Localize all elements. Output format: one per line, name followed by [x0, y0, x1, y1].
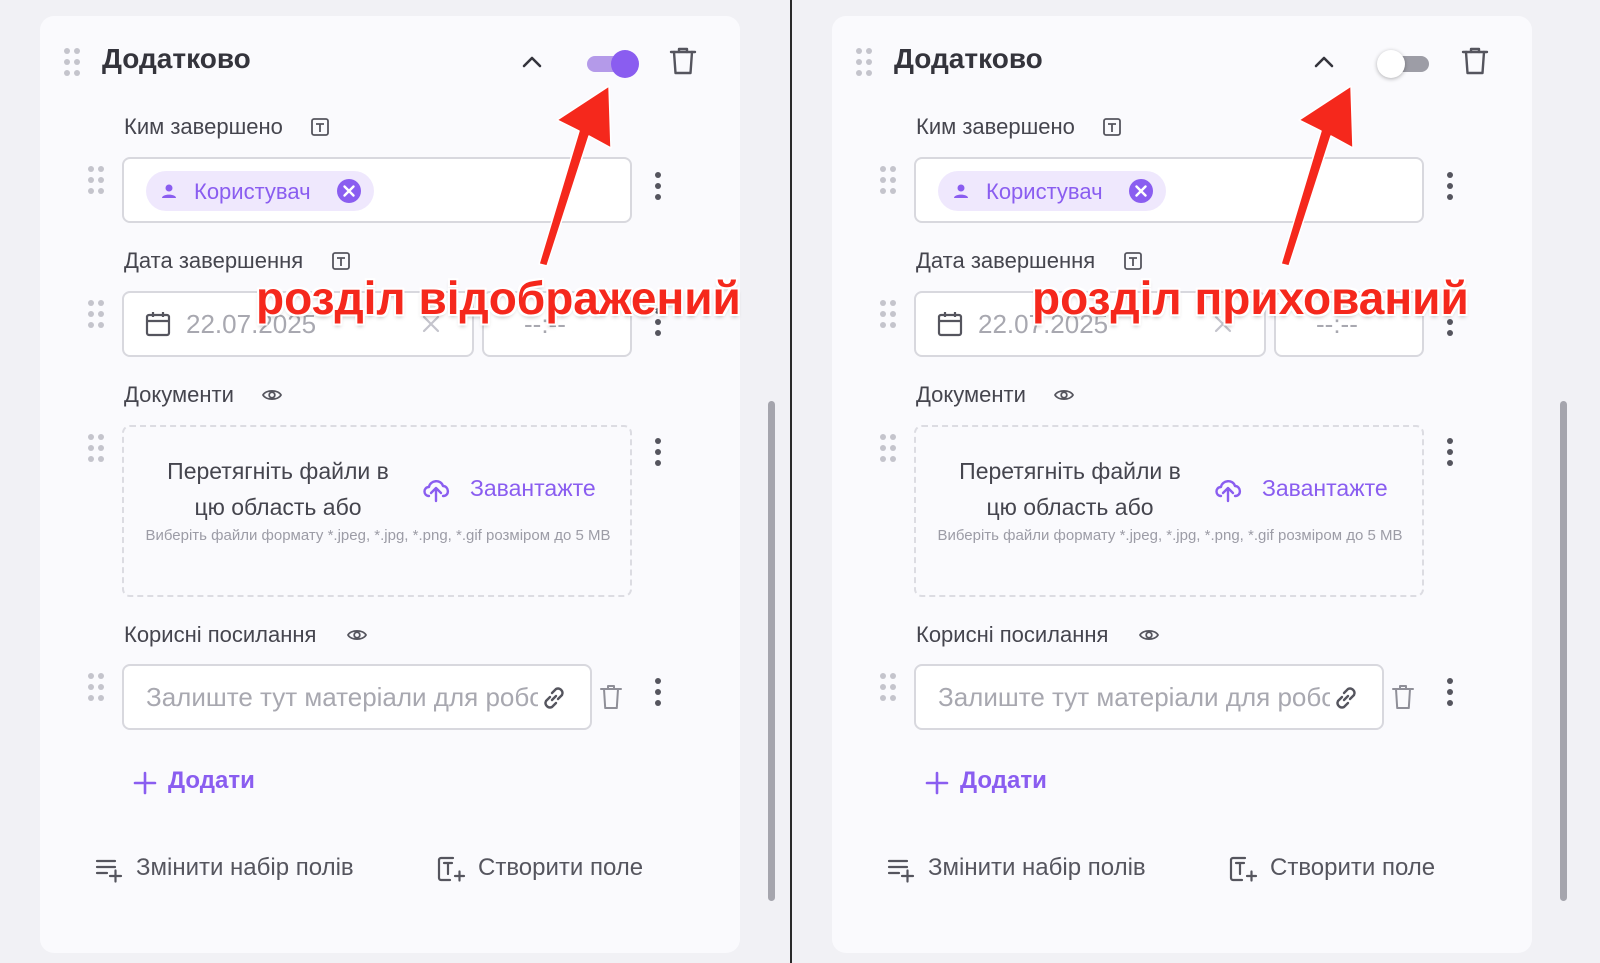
- chip-label: Користувач: [986, 179, 1103, 204]
- kebab-menu-icon[interactable]: [653, 436, 663, 468]
- add-link-button[interactable]: Додати: [924, 764, 1064, 804]
- annotation-arrow: [1247, 80, 1367, 280]
- panel-divider: [790, 0, 792, 963]
- drag-handle-icon[interactable]: [854, 46, 874, 78]
- drag-handle-icon[interactable]: [878, 432, 898, 464]
- trash-icon[interactable]: [1458, 44, 1492, 78]
- toggle-knob: [1377, 50, 1405, 78]
- field-label-useful-links: Корисні посилання: [124, 622, 317, 647]
- kebab-menu-icon[interactable]: [1445, 436, 1455, 468]
- add-label: Додати: [960, 767, 1047, 794]
- user-chip: Користувач: [938, 171, 1166, 211]
- section-title: Додатково: [894, 43, 1043, 74]
- eye-icon: [1138, 624, 1160, 646]
- kebab-menu-icon[interactable]: [1445, 676, 1455, 708]
- user-chip: Користувач: [146, 171, 374, 211]
- link-icon: [1330, 682, 1362, 714]
- annotation-arrow: [505, 80, 625, 280]
- drag-handle-icon[interactable]: [878, 671, 898, 703]
- eye-icon: [261, 384, 283, 406]
- link-placeholder: Залиште тут матеріали для роботи: [938, 682, 1330, 712]
- change-fields-button[interactable]: Змінити набір полів: [886, 848, 1176, 892]
- drag-handle-icon[interactable]: [86, 671, 106, 703]
- drop-text: Перетягніть файли в цю область або: [959, 458, 1181, 520]
- field-label-completed-by: Ким завершено: [124, 114, 283, 139]
- link-icon: [538, 682, 570, 714]
- upload-link[interactable]: Завантажте: [1262, 475, 1388, 502]
- section-card: Додатково Ким завершено Користувач Дата …: [40, 16, 775, 953]
- create-field-label: Створити поле: [478, 854, 644, 881]
- kebab-menu-icon[interactable]: [653, 170, 663, 202]
- cloud-upload-icon[interactable]: [420, 473, 452, 505]
- annotation-label: розділ прихований: [1032, 272, 1469, 324]
- list-add-icon: [94, 854, 124, 884]
- trash-icon[interactable]: [598, 683, 624, 711]
- panel-section-hidden: Додатково Ким завершено Користувач Дата …: [832, 16, 1567, 953]
- scrollbar[interactable]: [768, 401, 775, 901]
- useful-link-input[interactable]: Залиште тут матеріали для роботи: [914, 664, 1384, 730]
- trash-icon[interactable]: [666, 44, 700, 78]
- section-card: Додатково Ким завершено Користувач Дата …: [832, 16, 1567, 953]
- kebab-menu-icon[interactable]: [653, 676, 663, 708]
- calendar-icon: [936, 310, 964, 338]
- section-visibility-toggle[interactable]: [585, 48, 641, 78]
- section-visibility-toggle[interactable]: [1377, 48, 1433, 78]
- file-format-hint: Виберіть файли формату *.jpeg, *.jpg, *.…: [937, 527, 1403, 544]
- chevron-up-icon[interactable]: [518, 48, 546, 76]
- create-field-button[interactable]: Створити поле: [1228, 848, 1468, 892]
- change-fields-label: Змінити набір полів: [136, 854, 354, 881]
- add-label: Додати: [168, 767, 255, 794]
- text-field-add-icon: [1228, 854, 1258, 884]
- eye-icon: [1053, 384, 1075, 406]
- useful-link-input[interactable]: Залиште тут матеріали для роботи: [122, 664, 592, 730]
- field-label-documents: Документи: [124, 382, 234, 407]
- chevron-up-icon[interactable]: [1310, 48, 1338, 76]
- text-field-icon: [1101, 116, 1123, 138]
- drag-handle-icon[interactable]: [86, 164, 106, 196]
- link-placeholder: Залиште тут матеріали для роботи: [146, 682, 538, 712]
- drag-handle-icon[interactable]: [86, 298, 106, 330]
- drag-handle-icon[interactable]: [86, 432, 106, 464]
- upload-link[interactable]: Завантажте: [470, 475, 596, 502]
- section-title: Додатково: [102, 43, 251, 74]
- user-icon: [160, 182, 178, 200]
- calendar-icon: [144, 310, 172, 338]
- drop-text: Перетягніть файли в цю область або: [167, 458, 389, 520]
- drag-handle-icon[interactable]: [62, 46, 82, 78]
- field-label-useful-links: Корисні посилання: [916, 622, 1109, 647]
- close-circle-icon[interactable]: [336, 178, 362, 204]
- field-label-documents: Документи: [916, 382, 1026, 407]
- file-format-hint: Виберіть файли формату *.jpeg, *.jpg, *.…: [145, 527, 611, 544]
- text-field-add-icon: [436, 854, 466, 884]
- scrollbar[interactable]: [1560, 401, 1567, 901]
- plus-icon: [924, 770, 950, 796]
- text-field-icon: [1122, 250, 1144, 272]
- plus-icon: [132, 770, 158, 796]
- trash-icon[interactable]: [1390, 683, 1416, 711]
- create-field-label: Створити поле: [1270, 854, 1436, 881]
- panel-section-shown: Додатково Ким завершено Користувач Дата …: [40, 16, 775, 953]
- change-fields-button[interactable]: Змінити набір полів: [94, 848, 384, 892]
- drag-handle-icon[interactable]: [878, 298, 898, 330]
- close-circle-icon[interactable]: [1128, 178, 1154, 204]
- toggle-knob: [611, 50, 639, 78]
- create-field-button[interactable]: Створити поле: [436, 848, 676, 892]
- chip-label: Користувач: [194, 179, 311, 204]
- drag-handle-icon[interactable]: [878, 164, 898, 196]
- text-field-icon: [330, 250, 352, 272]
- file-dropzone[interactable]: Перетягніть файли в цю область або Заван…: [122, 425, 632, 597]
- user-icon: [952, 182, 970, 200]
- file-dropzone[interactable]: Перетягніть файли в цю область або Заван…: [914, 425, 1424, 597]
- cloud-upload-icon[interactable]: [1212, 473, 1244, 505]
- field-label-completed-by: Ким завершено: [916, 114, 1075, 139]
- text-field-icon: [309, 116, 331, 138]
- annotation-label: розділ відображений: [256, 272, 741, 324]
- change-fields-label: Змінити набір полів: [928, 854, 1146, 881]
- add-link-button[interactable]: Додати: [132, 764, 272, 804]
- eye-icon: [346, 624, 368, 646]
- list-add-icon: [886, 854, 916, 884]
- kebab-menu-icon[interactable]: [1445, 170, 1455, 202]
